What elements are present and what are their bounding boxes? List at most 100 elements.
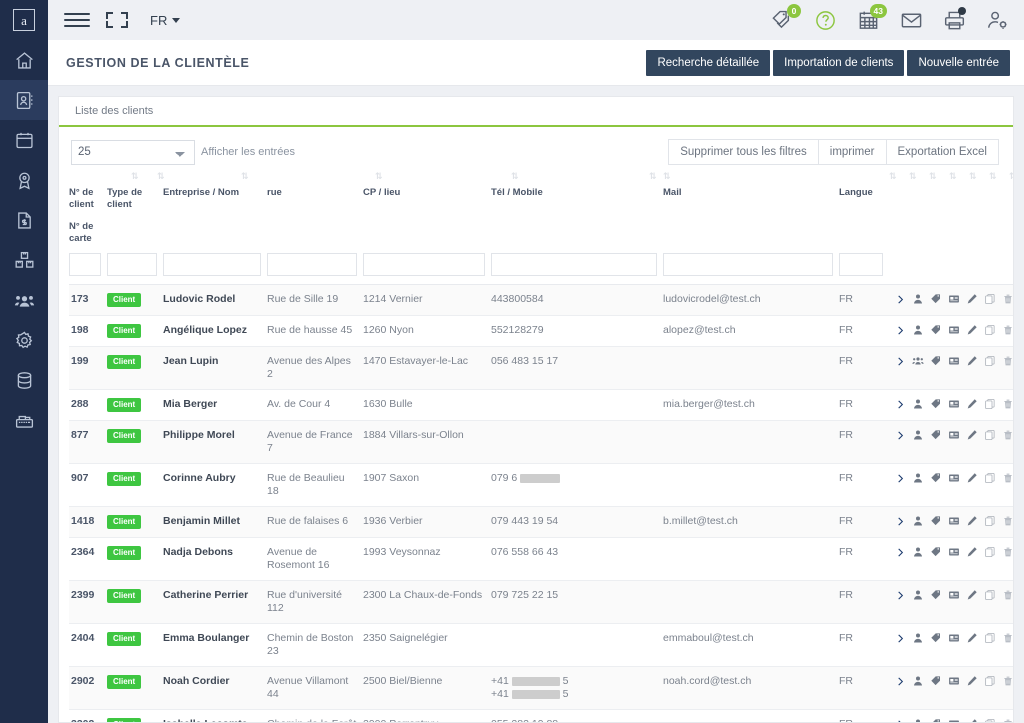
filter-input-num-client[interactable] (69, 253, 101, 276)
sidebar-item-clients[interactable] (0, 80, 48, 120)
filter-input-entreprise[interactable] (163, 253, 261, 276)
delete-trash-icon[interactable] (999, 632, 1013, 645)
table-row[interactable]: 2399 Client Catherine Perrier Rue d'univers… (69, 580, 1013, 624)
edit-pencil-icon[interactable] (963, 293, 981, 306)
sort-icon-mail[interactable]: ⇅ (663, 173, 670, 182)
card-icon[interactable] (945, 675, 963, 688)
card-icon[interactable] (945, 429, 963, 442)
sort-icon-entreprise[interactable]: ⇅ (241, 173, 248, 182)
copy-icon[interactable] (981, 546, 999, 559)
copy-icon[interactable] (981, 398, 999, 411)
filter-input-rue[interactable] (267, 253, 357, 276)
table-row[interactable]: 288 Client Mia Berger Av. de Cour 4 1630 Bul… (69, 389, 1013, 421)
sort-icon-a7[interactable]: ⇅ (1009, 173, 1013, 182)
copy-icon[interactable] (981, 324, 999, 337)
excel-export-button[interactable]: Exportation Excel (885, 139, 999, 165)
card-icon[interactable] (945, 546, 963, 559)
sidebar-item-invoices[interactable] (0, 200, 48, 240)
tag-icon[interactable] (927, 293, 945, 306)
edit-pencil-icon[interactable] (963, 515, 981, 528)
sort-icon-a5[interactable]: ⇅ (969, 173, 976, 182)
expand-chevron-icon[interactable] (891, 675, 909, 688)
copy-icon[interactable] (981, 429, 999, 442)
sort-icon-a3[interactable]: ⇅ (929, 173, 936, 182)
edit-pencil-icon[interactable] (963, 324, 981, 337)
edit-pencil-icon[interactable] (963, 472, 981, 485)
tag-icon[interactable] (927, 398, 945, 411)
expand-chevron-icon[interactable] (891, 515, 909, 528)
sort-icon-a1[interactable]: ⇅ (889, 173, 896, 182)
sidebar-item-settings[interactable] (0, 320, 48, 360)
person-icon[interactable] (909, 355, 927, 368)
language-selector[interactable]: FR (150, 13, 181, 28)
delete-trash-icon[interactable] (999, 546, 1013, 559)
delete-trash-icon[interactable] (999, 429, 1013, 442)
tag-icon[interactable] (927, 718, 945, 722)
sidebar-item-awards[interactable] (0, 160, 48, 200)
expand-chevron-icon[interactable] (891, 472, 909, 485)
edit-pencil-icon[interactable] (963, 429, 981, 442)
app-logo[interactable]: a (0, 0, 48, 40)
person-icon[interactable] (909, 324, 927, 337)
user-settings-icon[interactable] (984, 8, 1010, 32)
person-icon[interactable] (909, 718, 927, 722)
calendar-grid-icon[interactable]: 43 (855, 4, 887, 32)
copy-icon[interactable] (981, 515, 999, 528)
tags-icon[interactable]: 0 (769, 4, 801, 32)
table-row[interactable]: 198 Client Angélique Lopez Rue de hausse 45… (69, 315, 1013, 347)
expand-chevron-icon[interactable] (891, 429, 909, 442)
filter-input-type-client[interactable] (107, 253, 157, 276)
table-row[interactable]: 877 Client Philippe Morel Avenue de France … (69, 420, 1013, 464)
expand-chevron-icon[interactable] (891, 355, 909, 368)
table-row[interactable]: 907 Client Corinne Aubry Rue de Beaulieu 18… (69, 463, 1013, 507)
expand-chevron-icon[interactable] (891, 293, 909, 306)
expand-chevron-icon[interactable] (891, 398, 909, 411)
detailed-search-button[interactable]: Recherche détaillée (646, 49, 771, 76)
sidebar-item-home[interactable] (0, 40, 48, 80)
delete-trash-icon[interactable] (999, 515, 1013, 528)
delete-trash-icon[interactable] (999, 675, 1013, 688)
table-row[interactable]: 2902 Client Noah Cordier Avenue Villamont 4… (69, 666, 1013, 710)
expand-chevron-icon[interactable] (891, 324, 909, 337)
table-row[interactable]: 2404 Client Emma Boulanger Chemin de Boston… (69, 623, 1013, 667)
delete-trash-icon[interactable] (999, 589, 1013, 602)
delete-trash-icon[interactable] (999, 398, 1013, 411)
card-icon[interactable] (945, 398, 963, 411)
tag-icon[interactable] (927, 472, 945, 485)
card-icon[interactable] (945, 355, 963, 368)
sidebar-item-pos[interactable] (0, 400, 48, 440)
person-icon[interactable] (909, 429, 927, 442)
card-icon[interactable] (945, 515, 963, 528)
printer-icon[interactable] (941, 7, 967, 32)
copy-icon[interactable] (981, 675, 999, 688)
expand-chevron-icon[interactable] (891, 589, 909, 602)
person-icon[interactable] (909, 472, 927, 485)
mail-icon[interactable] (898, 8, 924, 32)
delete-trash-icon[interactable] (999, 324, 1013, 337)
copy-icon[interactable] (981, 293, 999, 306)
expand-chevron-icon[interactable] (891, 546, 909, 559)
filter-input-mail[interactable] (663, 253, 833, 276)
copy-icon[interactable] (981, 472, 999, 485)
tag-icon[interactable] (927, 675, 945, 688)
card-icon[interactable] (945, 472, 963, 485)
person-icon[interactable] (909, 632, 927, 645)
edit-pencil-icon[interactable] (963, 546, 981, 559)
edit-pencil-icon[interactable] (963, 675, 981, 688)
help-icon[interactable] (812, 8, 838, 32)
sort-icon-a6[interactable]: ⇅ (989, 173, 996, 182)
person-icon[interactable] (909, 675, 927, 688)
tag-icon[interactable] (927, 632, 945, 645)
copy-icon[interactable] (981, 355, 999, 368)
filter-input-tel[interactable] (491, 253, 657, 276)
card-icon[interactable] (945, 293, 963, 306)
sidebar-item-team[interactable] (0, 280, 48, 320)
card-icon[interactable] (945, 632, 963, 645)
tag-icon[interactable] (927, 515, 945, 528)
clear-filters-button[interactable]: Supprimer tous les filtres (668, 139, 819, 165)
edit-pencil-icon[interactable] (963, 589, 981, 602)
filter-input-langue[interactable] (839, 253, 883, 276)
delete-trash-icon[interactable] (999, 718, 1013, 722)
sort-icon-a2[interactable]: ⇅ (909, 173, 916, 182)
card-icon[interactable] (945, 324, 963, 337)
